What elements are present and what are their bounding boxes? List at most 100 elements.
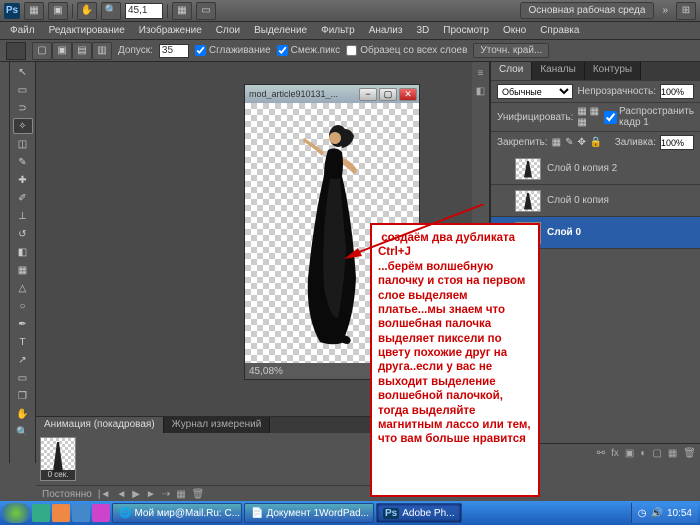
blur-tool[interactable]: △ bbox=[13, 280, 33, 296]
system-tray[interactable]: ◷ 🔊 10:54 bbox=[631, 503, 698, 523]
history-panel-icon[interactable]: ≡ bbox=[474, 66, 488, 80]
lock-position-icon[interactable]: ✥ bbox=[578, 137, 586, 148]
antialias-checkbox[interactable]: Сглаживание bbox=[195, 45, 271, 56]
zoom-tool-shortcut[interactable]: 🔍 bbox=[101, 2, 121, 20]
zoom-tool[interactable]: 🔍 bbox=[13, 424, 33, 440]
tab-animation[interactable]: Анимация (покадровая) bbox=[36, 417, 164, 433]
tab-layers[interactable]: Слои bbox=[491, 62, 532, 80]
taskbar-item[interactable]: 📄Документ 1WordPad... bbox=[244, 503, 374, 523]
menu-view[interactable]: Просмотр bbox=[437, 23, 495, 38]
move-tool[interactable]: ↖ bbox=[13, 64, 33, 80]
all-layers-checkbox[interactable]: Образец со всех слоев bbox=[346, 45, 467, 56]
adjustment-layer-icon[interactable]: ◐ bbox=[640, 448, 646, 459]
play-icon[interactable]: ▶ bbox=[132, 489, 140, 500]
tab-channels[interactable]: Каналы bbox=[532, 62, 585, 80]
layer-name[interactable]: Слой 0 копия 2 bbox=[547, 163, 617, 174]
propagate-checkbox[interactable]: Распространить кадр 1 bbox=[604, 106, 694, 128]
hand-tool[interactable]: ✋ bbox=[13, 406, 33, 422]
marquee-tool[interactable]: ▭ bbox=[13, 82, 33, 98]
quick-launch-icon[interactable] bbox=[72, 504, 90, 522]
layer-name[interactable]: Слой 0 bbox=[547, 227, 581, 238]
menu-file[interactable]: Файл bbox=[4, 23, 41, 38]
bridge-button[interactable]: ▦ bbox=[24, 2, 44, 20]
quick-launch-icon[interactable] bbox=[32, 504, 50, 522]
tolerance-input[interactable] bbox=[159, 44, 189, 58]
tab-measurement-log[interactable]: Журнал измерений bbox=[164, 417, 271, 433]
lock-transparency-icon[interactable]: ▦ bbox=[552, 137, 561, 148]
magic-wand-preset-icon[interactable] bbox=[6, 42, 26, 60]
menu-layer[interactable]: Слои bbox=[210, 23, 246, 38]
close-button[interactable]: ✕ bbox=[399, 88, 417, 101]
link-layers-icon[interactable]: ⚯ bbox=[597, 448, 605, 459]
hand-tool-shortcut[interactable]: ✋ bbox=[77, 2, 97, 20]
menu-help[interactable]: Справка bbox=[534, 23, 585, 38]
brush-tool[interactable]: ✐ bbox=[13, 190, 33, 206]
animation-frame[interactable]: 0 сек. bbox=[40, 437, 76, 481]
layer-thumbnail[interactable] bbox=[515, 190, 541, 212]
blend-mode-select[interactable]: Обычные bbox=[497, 84, 573, 99]
screen-mode-button[interactable]: ▭ bbox=[196, 2, 216, 20]
type-tool[interactable]: T bbox=[13, 334, 33, 350]
gradient-tool[interactable]: ▦ bbox=[13, 262, 33, 278]
zoom-level-field[interactable] bbox=[125, 3, 163, 19]
color-panel-icon[interactable]: ◧ bbox=[474, 84, 488, 98]
history-brush-tool[interactable]: ↺ bbox=[13, 226, 33, 242]
quick-launch-icon[interactable] bbox=[52, 504, 70, 522]
expand-panels-icon[interactable]: » bbox=[658, 5, 672, 16]
start-button[interactable] bbox=[2, 503, 30, 523]
layer-fx-icon[interactable]: fx bbox=[611, 448, 619, 459]
tab-paths[interactable]: Контуры bbox=[585, 62, 641, 80]
contiguous-checkbox[interactable]: Смеж.пикс bbox=[277, 45, 341, 56]
new-layer-icon[interactable]: ▦ bbox=[668, 448, 677, 459]
layer-name[interactable]: Слой 0 копия bbox=[547, 195, 609, 206]
document-titlebar[interactable]: mod_article910131_... − ▢ ✕ bbox=[245, 85, 419, 103]
stamp-tool[interactable]: ⊥ bbox=[13, 208, 33, 224]
opacity-input[interactable] bbox=[660, 84, 694, 99]
first-frame-icon[interactable]: |◄ bbox=[98, 489, 111, 500]
fill-input[interactable] bbox=[660, 135, 694, 150]
duplicate-frame-icon[interactable]: ▦ bbox=[176, 489, 185, 500]
arrange-button[interactable]: ▦ bbox=[172, 2, 192, 20]
menu-filter[interactable]: Фильтр bbox=[315, 23, 361, 38]
taskbar-item[interactable]: 🌐Мой мир@Mail.Ru: С... bbox=[112, 503, 242, 523]
layer-group-icon[interactable]: ▢ bbox=[652, 448, 661, 459]
eraser-tool[interactable]: ◧ bbox=[13, 244, 33, 260]
minimize-button[interactable]: − bbox=[359, 88, 377, 101]
dodge-tool[interactable]: ○ bbox=[13, 298, 33, 314]
pen-tool[interactable]: ✒ bbox=[13, 316, 33, 332]
cs-live-button[interactable]: ⊞ bbox=[676, 2, 696, 20]
layer-row[interactable]: Слой 0 копия bbox=[491, 185, 700, 217]
unify-icon[interactable]: ▦ ▦ ▦ bbox=[577, 106, 600, 128]
layer-mask-icon[interactable]: ▣ bbox=[625, 448, 634, 459]
maximize-button[interactable]: ▢ bbox=[379, 88, 397, 101]
prev-frame-icon[interactable]: ◄ bbox=[116, 489, 126, 500]
refine-edge-button[interactable]: Уточн. край... bbox=[473, 43, 549, 58]
eyedropper-tool[interactable]: ✎ bbox=[13, 154, 33, 170]
tray-icon[interactable]: ◷ bbox=[638, 508, 647, 519]
mini-bridge-button[interactable]: ▣ bbox=[48, 2, 68, 20]
layer-thumbnail[interactable] bbox=[515, 158, 541, 180]
loop-select[interactable]: Постоянно bbox=[42, 489, 92, 500]
delete-frame-icon[interactable]: 🗑 bbox=[192, 489, 205, 500]
selection-add-icon[interactable]: ▣ bbox=[52, 42, 72, 60]
path-tool[interactable]: ↗ bbox=[13, 352, 33, 368]
visibility-toggle[interactable] bbox=[495, 162, 509, 176]
lasso-tool[interactable]: ⊃ bbox=[13, 100, 33, 116]
lock-pixels-icon[interactable]: ✎ bbox=[565, 137, 573, 148]
lock-all-icon[interactable]: 🔒 bbox=[590, 137, 602, 148]
menu-select[interactable]: Выделение bbox=[248, 23, 313, 38]
layer-row[interactable]: Слой 0 копия 2 bbox=[491, 153, 700, 185]
menu-3d[interactable]: 3D bbox=[410, 23, 435, 38]
taskbar-item[interactable]: PsAdobe Ph... bbox=[376, 503, 462, 523]
workspace-switcher[interactable]: Основная рабочая среда bbox=[520, 2, 655, 19]
shape-tool[interactable]: ▭ bbox=[13, 370, 33, 386]
selection-new-icon[interactable]: ▢ bbox=[32, 42, 52, 60]
menu-window[interactable]: Окно bbox=[497, 23, 532, 38]
visibility-toggle[interactable] bbox=[495, 194, 509, 208]
magic-wand-tool[interactable]: ✧ bbox=[13, 118, 33, 134]
menu-analysis[interactable]: Анализ bbox=[363, 23, 409, 38]
3d-tool[interactable]: ❐ bbox=[13, 388, 33, 404]
selection-subtract-icon[interactable]: ▤ bbox=[72, 42, 92, 60]
tween-icon[interactable]: ⇢ bbox=[162, 489, 170, 500]
selection-intersect-icon[interactable]: ▥ bbox=[92, 42, 112, 60]
